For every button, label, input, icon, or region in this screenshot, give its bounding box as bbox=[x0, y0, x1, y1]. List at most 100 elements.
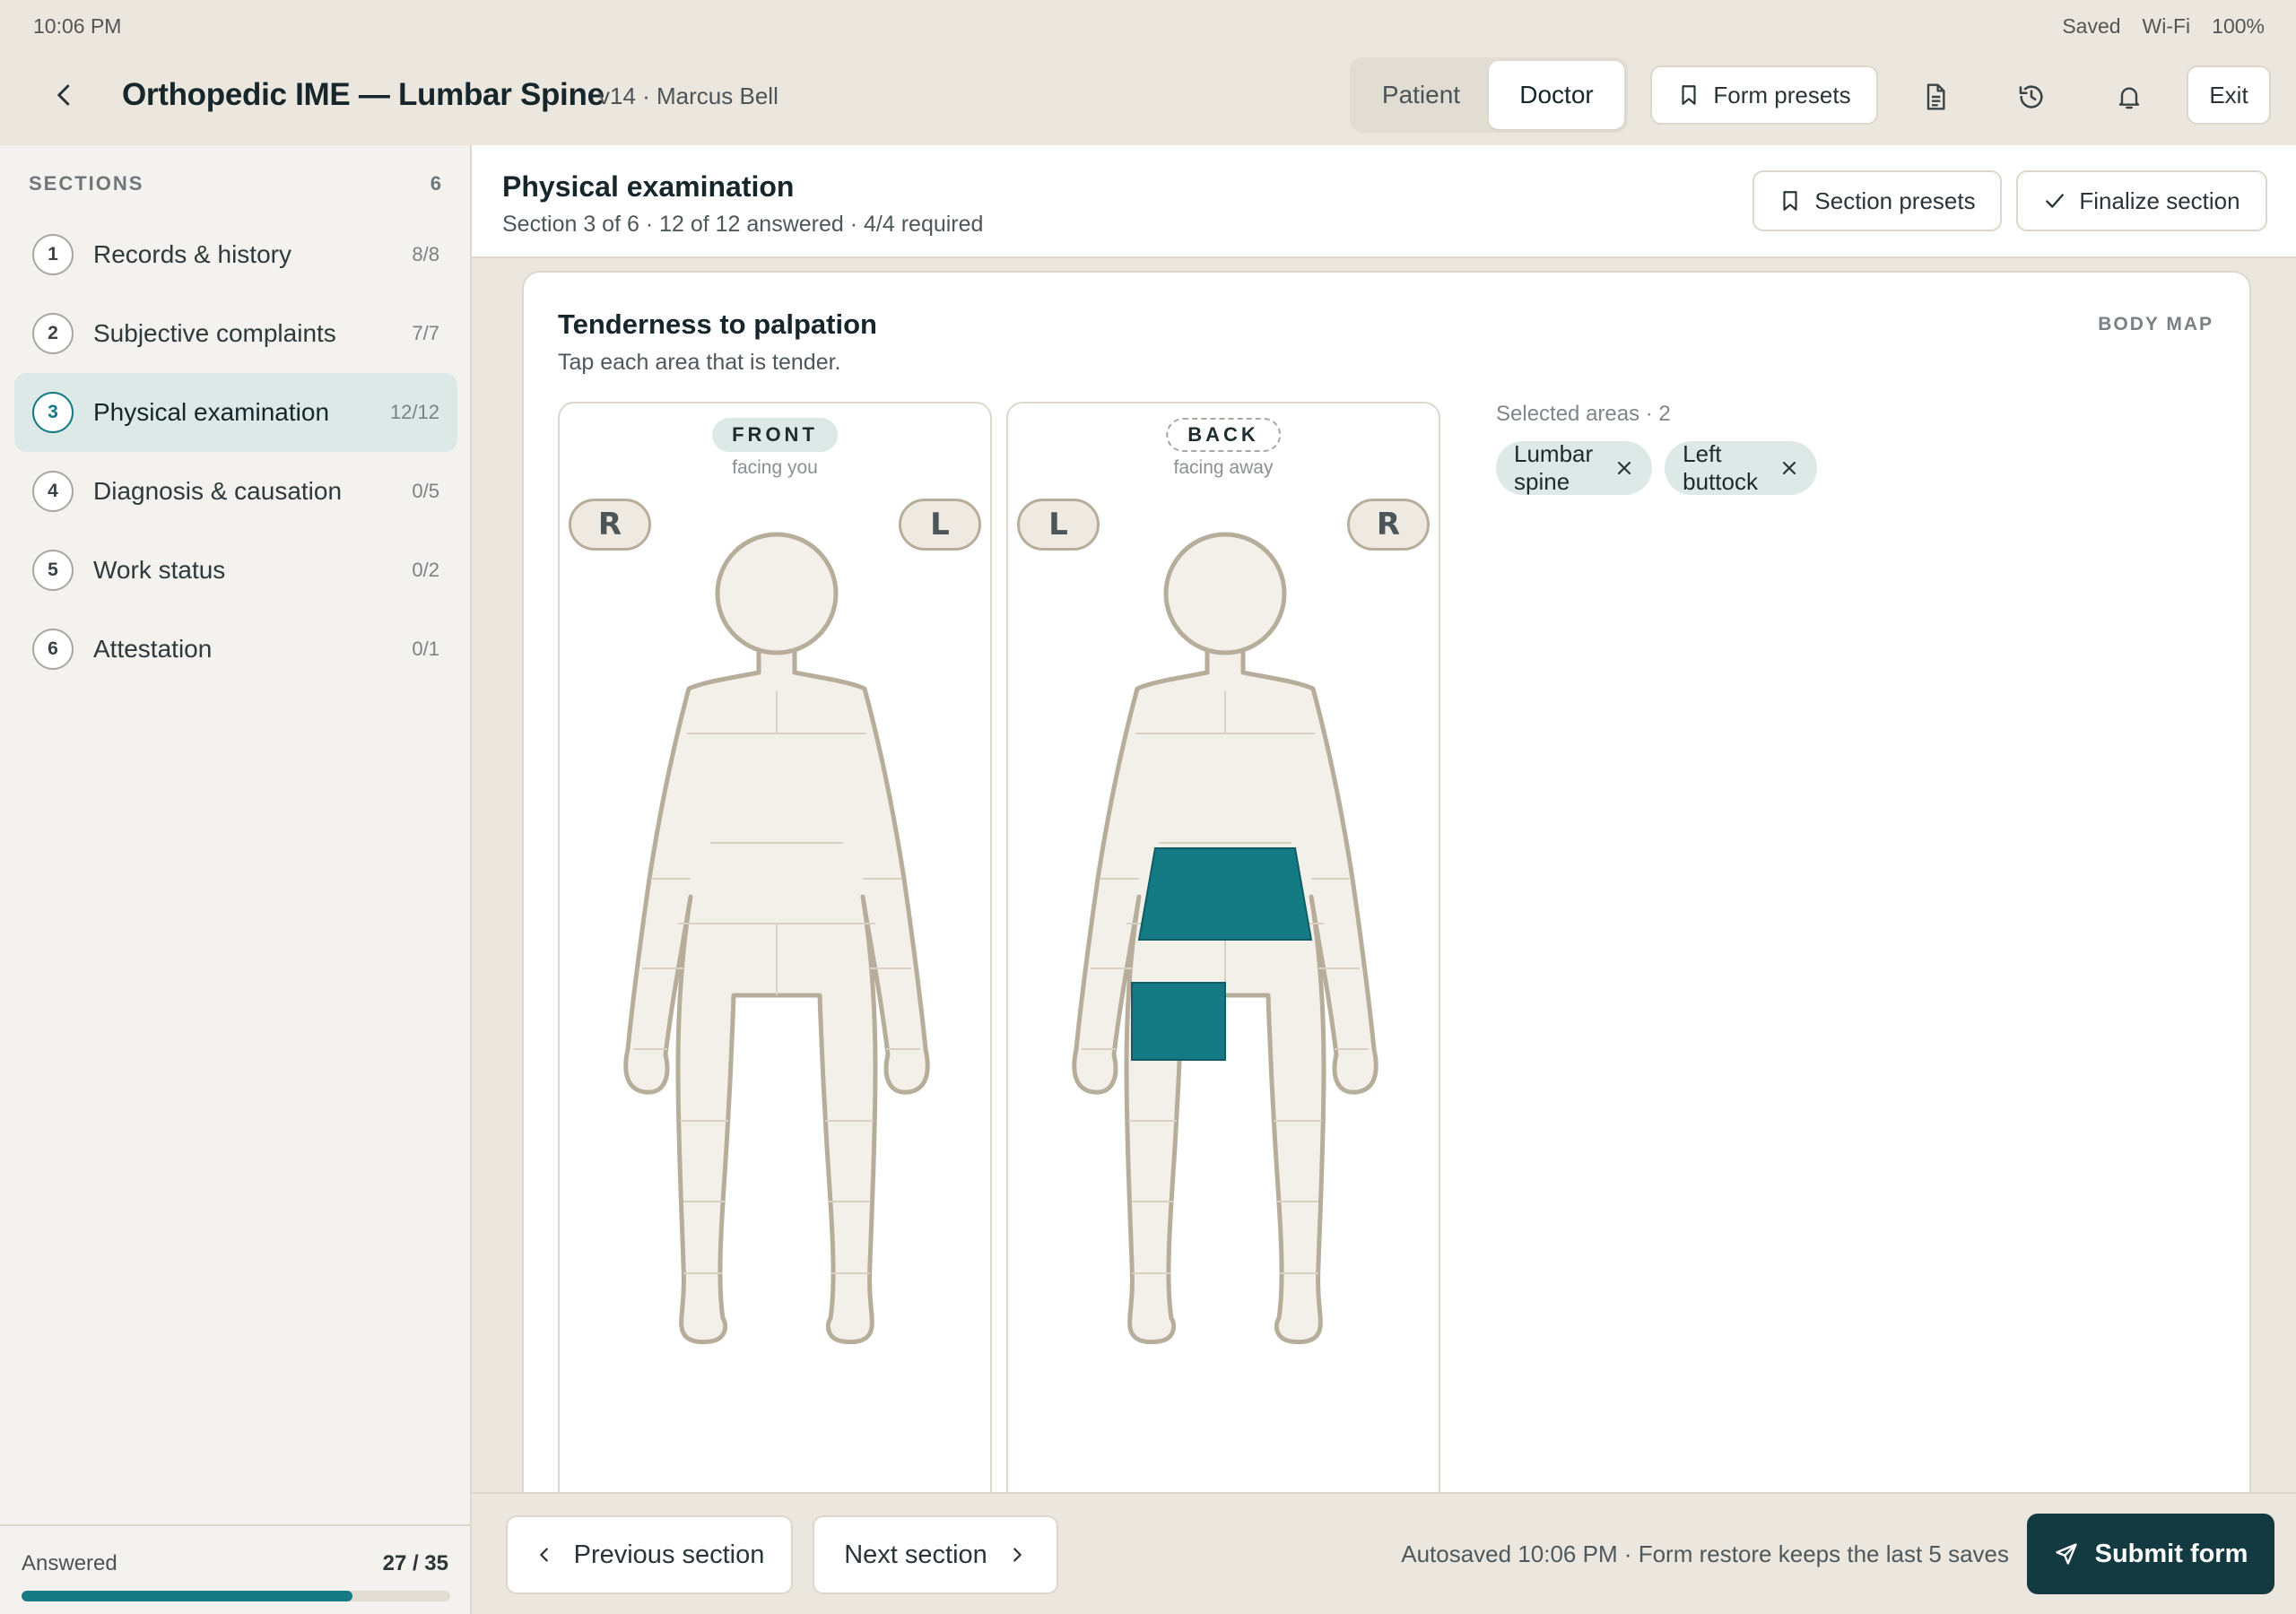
bookmark-icon bbox=[1682, 85, 1697, 105]
chevron-left-icon bbox=[539, 1548, 548, 1562]
previous-section-button[interactable]: Previous section bbox=[506, 1515, 793, 1594]
section-number-badge: 5 bbox=[32, 550, 74, 591]
chip-label: Left buttock bbox=[1683, 440, 1758, 495]
close-icon bbox=[1618, 461, 1631, 475]
sections-sidebar: SECTIONS 6 1 Records & history 8/8 2 Sub… bbox=[0, 145, 472, 1614]
head-region bbox=[1163, 532, 1287, 655]
status-indicators: Saved Wi-Fi 100% bbox=[2062, 14, 2265, 39]
close-icon bbox=[1782, 461, 1796, 475]
send-icon bbox=[2055, 1543, 2077, 1565]
notifications-button[interactable] bbox=[2104, 72, 2154, 122]
submit-form-label: Submit form bbox=[2094, 1539, 2248, 1568]
section-number-badge: 1 bbox=[32, 234, 74, 275]
sidebar-item-count: 12/12 bbox=[389, 401, 439, 423]
front-label: FRONT bbox=[712, 418, 838, 452]
section-content: Tenderness to palpation Tap each area th… bbox=[472, 258, 2296, 1492]
left-buttock-region bbox=[1131, 982, 1226, 1061]
question-title: Tenderness to palpation bbox=[558, 308, 877, 340]
section-number-badge: 4 bbox=[32, 471, 74, 512]
form-version-meta: v14 · Marcus Bell bbox=[598, 82, 778, 109]
answered-progress-fill bbox=[22, 1591, 352, 1601]
section-number-badge: 2 bbox=[32, 313, 74, 354]
sidebar-item-label: Subjective complaints bbox=[93, 319, 336, 347]
history-button[interactable] bbox=[2006, 72, 2057, 122]
status-bar: 10:06 PM Saved Wi-Fi 100% bbox=[0, 0, 2296, 52]
section-presets-label: Section presets bbox=[1814, 187, 1976, 214]
remove-chip-button[interactable] bbox=[1781, 458, 1797, 478]
sidebar-item-count: 8/8 bbox=[412, 243, 439, 265]
submit-form-button[interactable]: Submit form bbox=[2027, 1514, 2274, 1594]
sidebar-item-attestation[interactable]: 6 Attestation 0/1 bbox=[14, 610, 457, 689]
selected-areas: Selected areas · 2 Lumbar spine Left but… bbox=[1496, 402, 1817, 495]
form-presets-label: Form presets bbox=[1713, 81, 1851, 108]
sidebar-item-label: Attestation bbox=[93, 635, 213, 663]
next-section-label: Next section bbox=[844, 1540, 987, 1569]
front-caption: facing you bbox=[732, 457, 818, 478]
question-instructions: Tap each area that is tender. bbox=[558, 350, 841, 375]
section-header: Physical examination Section 3 of 6 · 12… bbox=[472, 145, 2296, 258]
chevron-right-icon bbox=[1013, 1548, 1022, 1562]
answered-value: 27 / 35 bbox=[382, 1551, 448, 1575]
section-progress-text: Section 3 of 6 · 12 of 12 answered · 4/4… bbox=[502, 212, 984, 237]
sidebar-item-records-history[interactable]: 1 Records & history 8/8 bbox=[14, 215, 457, 294]
section-footer: Previous section Next section Autosaved … bbox=[472, 1492, 2296, 1614]
sidebar-item-diagnosis-causation[interactable]: 4 Diagnosis & causation 0/5 bbox=[14, 452, 457, 531]
answered-progress-bar bbox=[22, 1591, 450, 1601]
section-title: Physical examination bbox=[502, 170, 795, 203]
sidebar-item-physical-examination[interactable]: 3 Physical examination 12/12 bbox=[14, 373, 457, 452]
remove-chip-button[interactable] bbox=[1616, 458, 1632, 478]
document-icon bbox=[1926, 83, 1945, 110]
sidebar-item-count: 0/2 bbox=[412, 559, 439, 581]
sidebar-item-label: Work status bbox=[93, 556, 226, 584]
back-label: BACK bbox=[1166, 418, 1281, 452]
form-presets-button[interactable]: Form presets bbox=[1650, 65, 1878, 125]
check-icon bbox=[2046, 194, 2065, 208]
finalize-section-button[interactable]: Finalize section bbox=[2016, 170, 2267, 231]
lumbar-spine-region bbox=[1137, 847, 1313, 941]
exit-button[interactable]: Exit bbox=[2187, 65, 2271, 125]
doctor-view-tab[interactable]: Doctor bbox=[1489, 61, 1624, 129]
answered-label: Answered bbox=[22, 1551, 117, 1575]
view-toggle: Patient Doctor bbox=[1350, 57, 1628, 133]
previous-section-label: Previous section bbox=[573, 1540, 765, 1569]
sections-heading: SECTIONS bbox=[29, 172, 144, 195]
back-button[interactable] bbox=[43, 74, 86, 117]
selected-area-chips: Lumbar spine Left buttock bbox=[1496, 440, 1817, 495]
document-button[interactable] bbox=[1910, 72, 1961, 122]
section-number-badge: 6 bbox=[32, 629, 74, 670]
exit-label: Exit bbox=[2209, 81, 2248, 108]
next-section-button[interactable]: Next section bbox=[813, 1515, 1058, 1594]
back-figure-panel: BACK facing away L R bbox=[1006, 402, 1440, 1492]
sidebar-item-label: Records & history bbox=[93, 240, 291, 268]
back-body-figure bbox=[1072, 532, 1378, 1345]
sidebar-item-work-status[interactable]: 5 Work status 0/2 bbox=[14, 531, 457, 610]
selected-area-chip: Left buttock bbox=[1665, 440, 1817, 495]
sidebar-item-count: 0/1 bbox=[412, 638, 439, 660]
status-time: 10:06 PM bbox=[33, 14, 122, 38]
app-header: Orthopedic IME — Lumbar Spine v14 · Marc… bbox=[0, 52, 2296, 145]
sidebar-item-count: 0/5 bbox=[412, 480, 439, 502]
selected-areas-label: Selected areas · 2 bbox=[1496, 402, 1671, 426]
sidebar-item-label: Diagnosis & causation bbox=[93, 477, 343, 505]
front-figure-panel: FRONT facing you R L bbox=[558, 402, 992, 1492]
bell-icon bbox=[2118, 87, 2140, 109]
head-region bbox=[715, 532, 839, 655]
sidebar-item-subjective-complaints[interactable]: 2 Subjective complaints 7/7 bbox=[14, 294, 457, 373]
finalize-section-label: Finalize section bbox=[2079, 187, 2240, 214]
section-presets-button[interactable]: Section presets bbox=[1752, 170, 2002, 231]
history-icon bbox=[2019, 85, 2043, 108]
autosave-status: Autosaved 10:06 PM · Form restore keeps … bbox=[1401, 1540, 2009, 1567]
patient-view-tab[interactable]: Patient bbox=[1353, 61, 1489, 129]
form-title: Orthopedic IME — Lumbar Spine bbox=[122, 77, 604, 112]
back-caption: facing away bbox=[1173, 457, 1274, 478]
wifi-indicator: Wi-Fi bbox=[2142, 14, 2191, 38]
sections-count: 6 bbox=[430, 172, 441, 195]
battery-indicator: 100% bbox=[2212, 14, 2265, 38]
sections-heading-row: SECTIONS 6 bbox=[29, 172, 441, 195]
bookmark-icon bbox=[1783, 191, 1797, 211]
saved-indicator: Saved bbox=[2062, 14, 2121, 38]
section-number-badge: 3 bbox=[32, 392, 74, 433]
sidebar-item-count: 7/7 bbox=[412, 322, 439, 344]
question-type-tag: BODY MAP bbox=[2098, 314, 2213, 334]
chip-label: Lumbar spine bbox=[1514, 440, 1594, 495]
